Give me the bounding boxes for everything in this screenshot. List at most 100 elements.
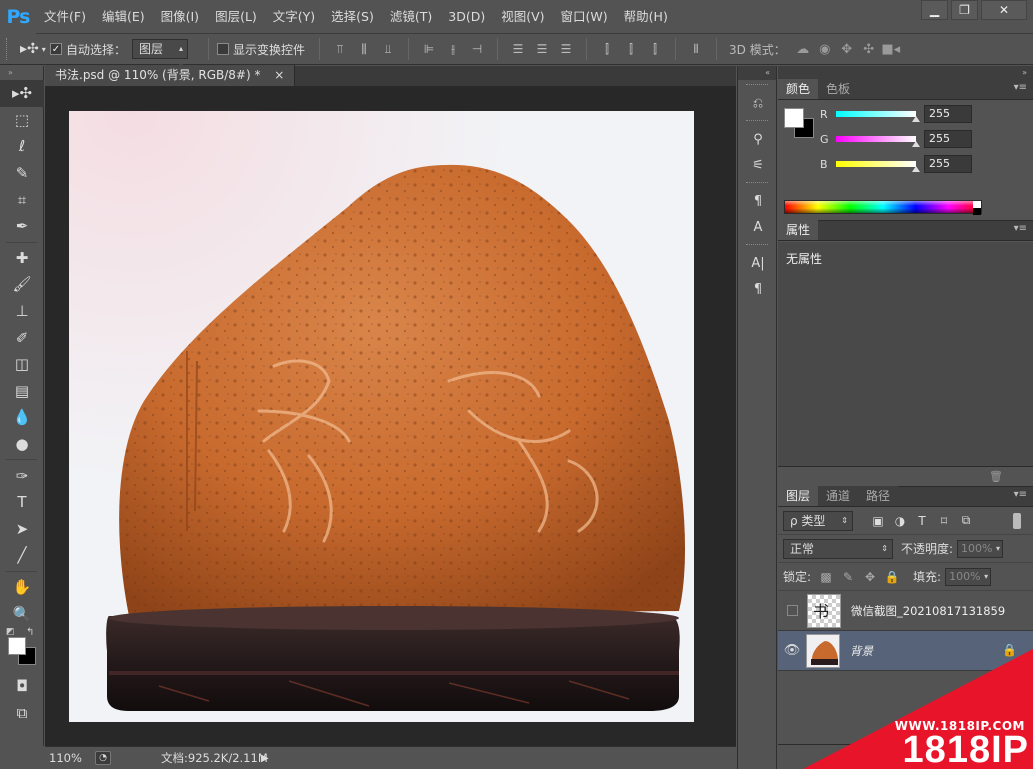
- blue-value-field[interactable]: 255: [924, 155, 972, 173]
- brush-presets-panel-icon[interactable]: ⚲: [738, 126, 778, 152]
- slider-knob[interactable]: [912, 116, 920, 122]
- marquee-tool-icon[interactable]: ⬚: [0, 107, 44, 134]
- canvas[interactable]: [69, 111, 694, 722]
- menu-layer[interactable]: 图层(L): [207, 0, 265, 34]
- align-right-icon[interactable]: ⊣: [465, 39, 489, 59]
- path-selection-tool-icon[interactable]: ➤: [0, 516, 44, 543]
- menu-file[interactable]: 文件(F): [36, 0, 94, 34]
- panel-menu-icon[interactable]: ▾≡: [1014, 489, 1027, 500]
- distribute-vcenter-icon[interactable]: ☰: [530, 39, 554, 59]
- align-vcenter-icon[interactable]: ⫼: [352, 39, 376, 59]
- lock-image-icon[interactable]: ✎: [837, 570, 859, 584]
- close-button[interactable]: ✕: [981, 0, 1027, 20]
- swap-colors-icon[interactable]: ↰: [26, 627, 34, 638]
- gradient-tool-icon[interactable]: ▤: [0, 378, 44, 405]
- status-share-icon[interactable]: ◔: [95, 751, 111, 765]
- menu-filter[interactable]: 滤镜(T): [382, 0, 440, 34]
- lasso-tool-icon[interactable]: ℓ: [0, 133, 44, 160]
- align-hcenter-icon[interactable]: ⫲: [441, 39, 465, 59]
- tab-paths[interactable]: 路径: [858, 486, 899, 506]
- zoom-tool-icon[interactable]: 🔍: [0, 600, 44, 627]
- character-panel-icon[interactable]: A|: [738, 250, 778, 276]
- lock-position-icon[interactable]: ✥: [859, 570, 881, 584]
- align-left-icon[interactable]: ⊫: [417, 39, 441, 59]
- filter-pixel-icon[interactable]: ▣: [867, 514, 889, 528]
- panel-foreground-swatch[interactable]: [784, 108, 804, 128]
- line-tool-icon[interactable]: ╱: [0, 542, 44, 569]
- adjustments-panel-icon[interactable]: ⚟: [738, 152, 778, 178]
- blue-slider[interactable]: [836, 161, 920, 172]
- green-slider[interactable]: [836, 136, 920, 147]
- blend-mode-select[interactable]: 正常 ⇕: [783, 538, 893, 559]
- filter-type-icon[interactable]: T: [911, 514, 933, 528]
- menu-type[interactable]: 文字(Y): [265, 0, 323, 34]
- zoom-level[interactable]: 110%: [45, 751, 95, 765]
- type-tool-icon[interactable]: T: [0, 489, 44, 516]
- layer-filter-select[interactable]: ρ 类型 ⇕: [783, 510, 853, 531]
- auto-select-target-select[interactable]: 图层 ▴▾: [132, 39, 189, 71]
- hand-tool-icon[interactable]: ✋: [0, 574, 44, 601]
- align-top-icon[interactable]: ⫪: [328, 39, 352, 59]
- green-value-field[interactable]: 255: [924, 130, 972, 148]
- tab-layers[interactable]: 图层: [778, 486, 819, 506]
- options-grip[interactable]: [6, 38, 10, 60]
- eye-icon[interactable]: 👁: [778, 643, 806, 658]
- slider-knob[interactable]: [912, 166, 920, 172]
- filter-smart-object-icon[interactable]: ⧉: [955, 513, 977, 528]
- panel-menu-icon[interactable]: ▾≡: [1014, 223, 1027, 234]
- chevron-down-icon[interactable]: ▾: [996, 541, 1000, 557]
- brush-tool-icon[interactable]: 🖌: [0, 271, 44, 298]
- lock-transparent-icon[interactable]: ▩: [815, 570, 837, 584]
- healing-brush-tool-icon[interactable]: ✚: [0, 245, 44, 272]
- tab-color[interactable]: 颜色: [778, 79, 819, 99]
- fill-field[interactable]: 100% ▾: [945, 567, 992, 586]
- layer-row[interactable]: 👁 背景 🔒: [778, 631, 1033, 671]
- paragraph-styles-icon[interactable]: ¶: [738, 188, 778, 214]
- panel-menu-icon[interactable]: ▾≡: [1014, 82, 1027, 93]
- foreground-color-swatch[interactable]: [8, 636, 26, 655]
- filter-toggle[interactable]: [1013, 513, 1021, 529]
- 3d-scale-icon[interactable]: ■◂: [880, 42, 902, 57]
- eraser-tool-icon[interactable]: ◫: [0, 351, 44, 378]
- slider-knob[interactable]: [912, 141, 920, 147]
- auto-align-icon[interactable]: ⫴: [684, 39, 708, 59]
- 3d-roll-icon[interactable]: ◉: [814, 42, 836, 57]
- tab-swatches[interactable]: 色板: [818, 79, 859, 99]
- quick-mask-icon[interactable]: ◘: [0, 673, 44, 700]
- pen-tool-icon[interactable]: ✑: [0, 462, 44, 489]
- black-white-swatch[interactable]: [973, 201, 981, 215]
- menu-image[interactable]: 图像(I): [153, 0, 207, 34]
- 3d-slide-icon[interactable]: ✣: [858, 42, 880, 57]
- tools-collapse-icon[interactable]: »: [0, 66, 43, 80]
- red-slider[interactable]: [836, 111, 920, 122]
- align-bottom-icon[interactable]: ⫫: [376, 39, 400, 59]
- menu-edit[interactable]: 编辑(E): [94, 0, 153, 34]
- menu-select[interactable]: 选择(S): [323, 0, 382, 34]
- paragraph-panel-icon[interactable]: ¶: [738, 276, 778, 302]
- distribute-left-icon[interactable]: ⫿: [595, 39, 619, 59]
- history-panel-icon[interactable]: ⎌: [738, 90, 778, 116]
- layer-row[interactable]: 书 微信截图_20210817131859: [778, 591, 1033, 631]
- tab-channels[interactable]: 通道: [818, 486, 859, 506]
- distribute-right-icon[interactable]: ⫿: [643, 39, 667, 59]
- filter-shape-icon[interactable]: ⌑: [933, 514, 955, 528]
- visibility-toggle-empty[interactable]: [787, 605, 798, 616]
- auto-select-checkbox[interactable]: ✓: [50, 43, 62, 55]
- history-brush-tool-icon[interactable]: ✐: [0, 324, 44, 351]
- distribute-bottom-icon[interactable]: ☰: [554, 39, 578, 59]
- crop-tool-icon[interactable]: ⌗: [0, 186, 44, 213]
- distribute-hcenter-icon[interactable]: ⫿: [619, 39, 643, 59]
- screen-mode-icon[interactable]: ⧉: [0, 699, 44, 726]
- move-tool-icon[interactable]: ▸✣: [0, 80, 44, 107]
- menu-window[interactable]: 窗口(W): [553, 0, 616, 34]
- document-tab[interactable]: 书法.psd @ 110% (背景, RGB/8#) * ×: [45, 65, 296, 86]
- filter-adjustment-icon[interactable]: ◑: [889, 514, 911, 528]
- 3d-rotate-icon[interactable]: ☁: [792, 42, 814, 57]
- show-transform-checkbox[interactable]: [217, 43, 230, 55]
- close-tab-icon[interactable]: ×: [274, 68, 284, 82]
- clone-stamp-tool-icon[interactable]: ⊥: [0, 298, 44, 325]
- character-styles-icon[interactable]: A: [738, 214, 778, 240]
- maximize-button[interactable]: ❐: [951, 0, 978, 20]
- dodge-tool-icon[interactable]: ●: [0, 431, 44, 458]
- distribute-top-icon[interactable]: ☰: [506, 39, 530, 59]
